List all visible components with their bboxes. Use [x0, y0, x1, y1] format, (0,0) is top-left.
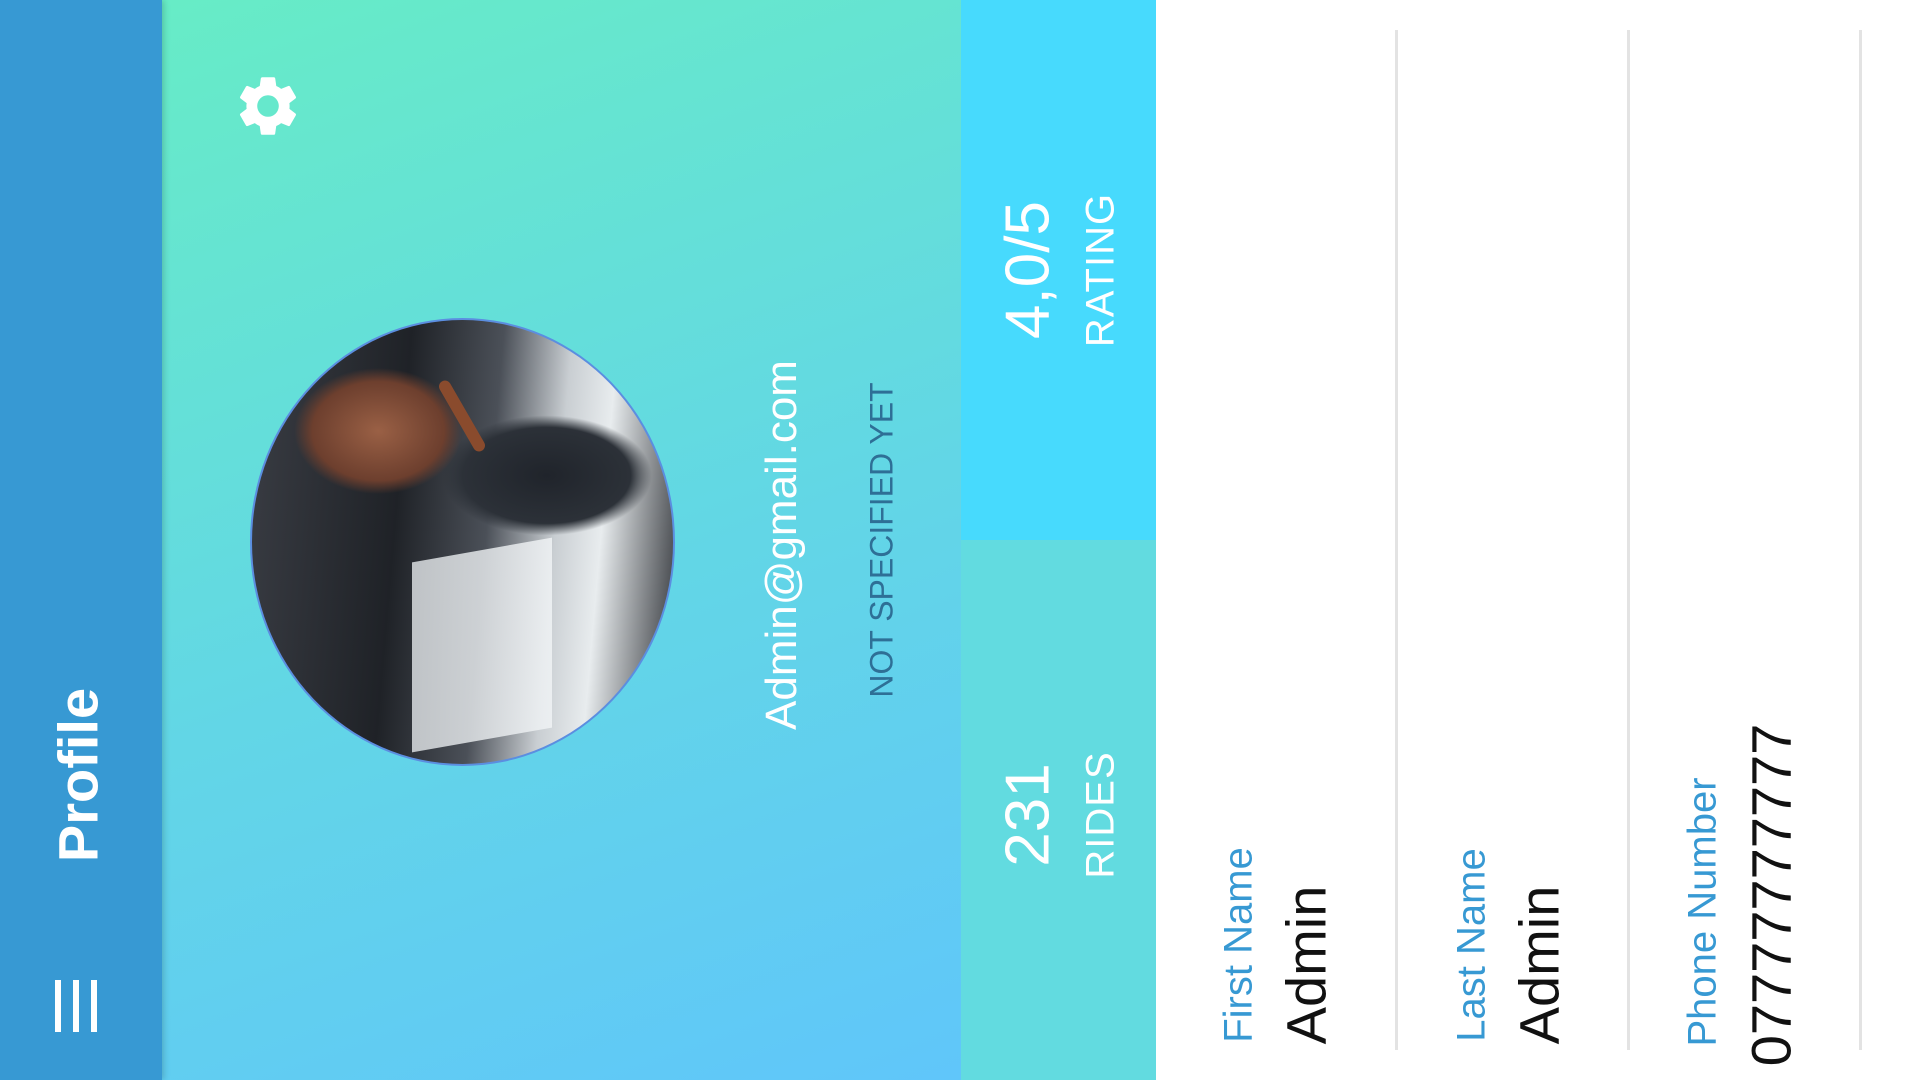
first-name-label: First Name: [1216, 847, 1261, 1043]
phone-number-divider: [1859, 30, 1862, 1050]
avatar[interactable]: [250, 318, 675, 766]
menu-icon[interactable]: [55, 980, 97, 1032]
last-name-divider: [1627, 30, 1630, 1050]
rides-value: 231: [993, 763, 1063, 867]
last-name-field[interactable]: Admin: [1507, 886, 1572, 1045]
avatar-photo-detail: [412, 537, 552, 753]
stats-panel: 4,0/5 RATING 231 RIDES: [961, 0, 1156, 1080]
phone-number-field[interactable]: 07777777777: [1739, 724, 1804, 1067]
phone-number-label: Phone Number: [1680, 777, 1725, 1047]
rides-label: RIDES: [1078, 751, 1123, 879]
rating-label: RATING: [1078, 192, 1123, 348]
first-name-divider: [1395, 30, 1398, 1050]
profile-screen: Profile Admin@gmail.com NOT SPECIFIED YE…: [0, 0, 1920, 1080]
page-title: Profile: [46, 687, 110, 863]
first-name-field[interactable]: Admin: [1274, 886, 1339, 1045]
rating-stat: 4,0/5 RATING: [961, 0, 1156, 540]
avatar-photo-detail: [436, 378, 488, 454]
last-name-label: Last Name: [1449, 848, 1494, 1042]
user-status: NOT SPECIFIED YET: [863, 382, 900, 698]
rating-value: 4,0/5: [993, 201, 1063, 339]
profile-form: First Name Admin Last Name Admin Phone N…: [1156, 0, 1920, 1080]
rides-stat: 231 RIDES: [961, 540, 1156, 1080]
user-email: Admin@gmail.com: [757, 360, 806, 730]
app-bar: Profile: [0, 0, 162, 1080]
gear-icon[interactable]: [232, 70, 304, 142]
profile-header: Admin@gmail.com NOT SPECIFIED YET: [162, 0, 961, 1080]
